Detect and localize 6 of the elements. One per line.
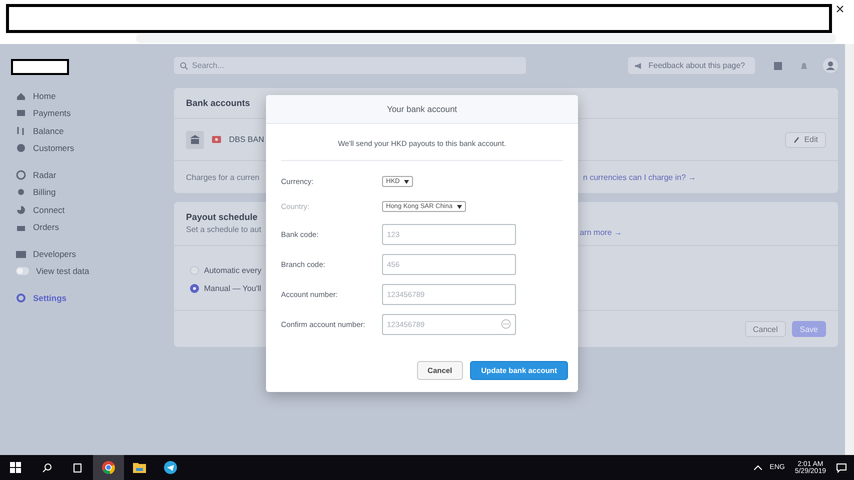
- card-title: Payout schedule: [186, 212, 259, 222]
- card-title: Bank accounts: [186, 98, 252, 108]
- dialog-title: Your bank account: [386, 104, 458, 114]
- note-text: Charges for a curren: [186, 172, 260, 182]
- bank-name: DBS BAN: [229, 135, 264, 144]
- card-subtitle: Set a schedule to aut: [186, 225, 262, 234]
